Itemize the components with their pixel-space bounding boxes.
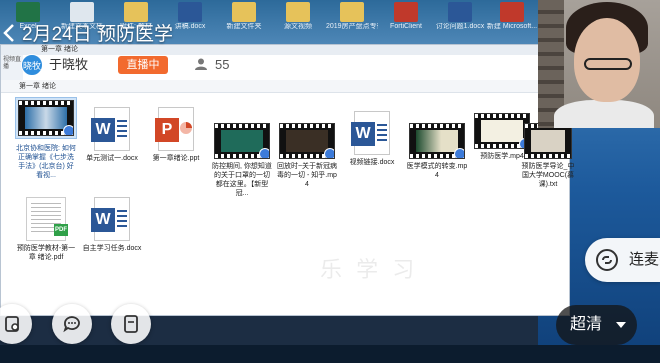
notes-button[interactable] [111, 304, 151, 344]
video-file-icon [18, 100, 74, 136]
file-explorer-window: 第一章 绪论 视频直播 第一章 绪论 北京协和医院: 如何正确掌握《七步洗手法》… [0, 44, 574, 316]
address-bar[interactable]: 第一章 绪论 [1, 80, 569, 93]
quality-label: 超清 [570, 316, 603, 333]
file-item[interactable]: 医学模式的转变.mp4 [406, 123, 468, 180]
chat-button[interactable] [52, 304, 92, 344]
document-icon [500, 2, 524, 22]
text-file-icon [70, 2, 94, 22]
connect-mic-button[interactable]: 连麦() [585, 238, 660, 282]
streamer-info-bar: 晓牧 于晓牧 直播中 55 [21, 54, 231, 76]
explorer-side-panel: 视频直播 [1, 55, 23, 80]
file-name: 防控期间, 你想知道的关于口罩的一切都在这里。【新型冠... [212, 163, 272, 197]
avatar[interactable]: 晓牧 [21, 54, 43, 76]
pdf-file-icon: PDF [26, 197, 68, 241]
webcam-feed [538, 0, 660, 128]
video-file-icon [409, 123, 465, 159]
file-item[interactable]: 防控期间, 你想知道的关于口罩的一切都在这里。【新型冠... [211, 123, 273, 198]
word-icon [448, 2, 472, 22]
streamer-name: 于晓牧 [49, 57, 89, 72]
file-name: 预防医学导论_中国大学MOOC(慕课).txt [521, 163, 575, 188]
folder-icon [124, 2, 148, 22]
word-file-icon: W [91, 197, 130, 241]
link-icon [596, 249, 618, 271]
file-item[interactable]: 回放时~关于新冠病毒的一切 - 知乎.mp4 [276, 123, 338, 189]
file-name: 北京协和医院: 如何正确掌握《七步洗手法》(北京台) 好看视... [16, 145, 76, 179]
file-item[interactable]: P 第一章绪论.ppt [145, 107, 207, 163]
file-item[interactable]: W 自主学习任务.docx [81, 197, 143, 253]
file-name: 自主学习任务.docx [82, 245, 142, 252]
word-file-icon: W [351, 111, 390, 155]
folder-icon [286, 2, 310, 22]
back-arrow-icon[interactable] [2, 22, 18, 48]
word-icon [178, 2, 202, 22]
word-file-icon: W [91, 107, 130, 151]
player-badge-icon [63, 125, 73, 135]
file-item[interactable]: 北京协和医院: 如何正确掌握《七步洗手法》(北京台) 好看视... [15, 97, 77, 180]
video-file-icon [214, 123, 270, 159]
file-item[interactable]: W 视频链接.docx [341, 111, 403, 167]
viewer-count: 55 [215, 57, 230, 72]
live-status-badge: 直播中 [118, 56, 168, 74]
document-icon [124, 315, 138, 333]
watermark: 乐 学 习 [320, 257, 419, 282]
caret-down-icon [616, 322, 626, 328]
player-badge-icon [259, 148, 269, 158]
side-label: 视频直播 [3, 57, 22, 70]
file-thumb-selected [15, 97, 77, 139]
address-text: 第一章 绪论 [19, 83, 56, 90]
file-name: 第一章绪论.ppt [152, 155, 200, 162]
file-name: 医学模式的转变.mp4 [406, 163, 468, 179]
file-name: 回放时~关于新冠病毒的一切 - 知乎.mp4 [276, 163, 338, 188]
connect-mic-label: 连麦() [629, 251, 660, 268]
clipboard-icon [5, 316, 19, 332]
file-item[interactable]: 预防医学导论_中国大学MOOC(慕课).txt [521, 123, 575, 189]
file-name: 视频链接.docx [349, 159, 395, 166]
file-item[interactable]: W 单元测试一.docx [81, 107, 143, 163]
user-icon [195, 58, 207, 70]
stream-title: 2月24日 预防医学 [22, 24, 173, 45]
folder-icon [340, 2, 364, 22]
ppt-file-icon: P [155, 107, 194, 151]
player-badge-icon [454, 148, 464, 158]
excel-icon [16, 2, 40, 22]
file-item[interactable]: PDF 预防医学教材-第一章 绪论.pdf [15, 197, 77, 262]
chat-bubble-icon [63, 316, 80, 333]
video-file-icon [279, 123, 335, 159]
player-badge-icon [324, 148, 334, 158]
taskbar [0, 345, 660, 363]
stream-header: 2月24日 预防医学 [0, 22, 538, 48]
shield-icon [394, 2, 418, 22]
folder-icon [232, 2, 256, 22]
file-name: 单元测试一.docx [86, 155, 138, 162]
video-file-icon [524, 123, 572, 159]
file-name: 预防医学教材-第一章 绪论.pdf [16, 245, 76, 261]
quality-selector[interactable]: 超清 [556, 305, 637, 345]
